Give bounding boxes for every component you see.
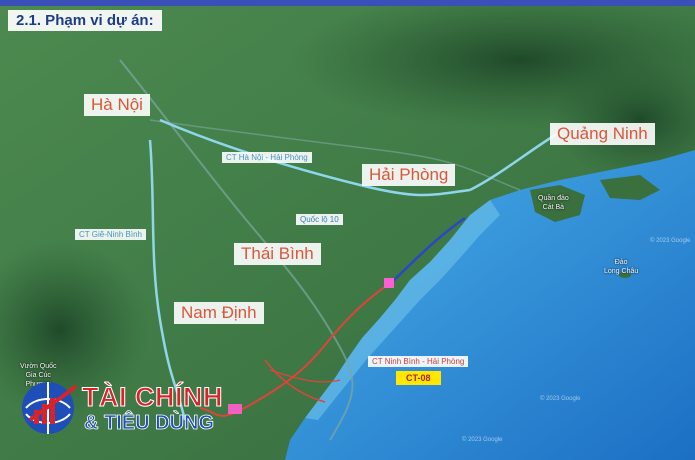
city-label-thai-binh: Thái Bình [234, 243, 321, 265]
map-attribution: © 2023 Google [462, 437, 503, 443]
watermark-logo: TÀI CHÍNH & TIÊU DÙNG [18, 376, 258, 440]
watermark-line1: TÀI CHÍNH [82, 382, 224, 413]
section-title: 2.1. Phạm vi dự án: [8, 10, 162, 31]
map-attribution: © 2023 Google [540, 396, 581, 402]
city-label-nam-dinh: Nam Định [174, 302, 264, 324]
city-label-quang-ninh: Quảng Ninh [550, 123, 655, 145]
route-label-hn-hp: CT Hà Nội - Hải Phòng [222, 152, 312, 163]
globe-icon [22, 382, 78, 434]
watermark-line2: & TIÊU DÙNG [84, 412, 215, 435]
map-slide: 2.1. Phạm vi dự án: Hà Nội Hải Phòng Quả… [0, 0, 695, 460]
header-strip [0, 0, 695, 6]
route-label-gie-nb: CT Giẽ-Ninh Bình [75, 229, 146, 240]
place-label-cat-ba: Quần đảo Cát Bà [538, 195, 569, 211]
city-label-hai-phong: Hải Phòng [362, 164, 456, 186]
interchange-marker [384, 278, 394, 288]
route-label-ql10: Quốc lộ 10 [296, 214, 343, 225]
place-label-long-chau: Đảo Long Châu [604, 259, 639, 275]
map-attribution: © 2023 Google [650, 238, 691, 244]
city-label-ha-noi: Hà Nội [84, 94, 150, 116]
route-label-nb-hp: CT Ninh Bình - Hải Phòng [368, 356, 469, 367]
project-code-tag: CT-08 [396, 371, 441, 385]
